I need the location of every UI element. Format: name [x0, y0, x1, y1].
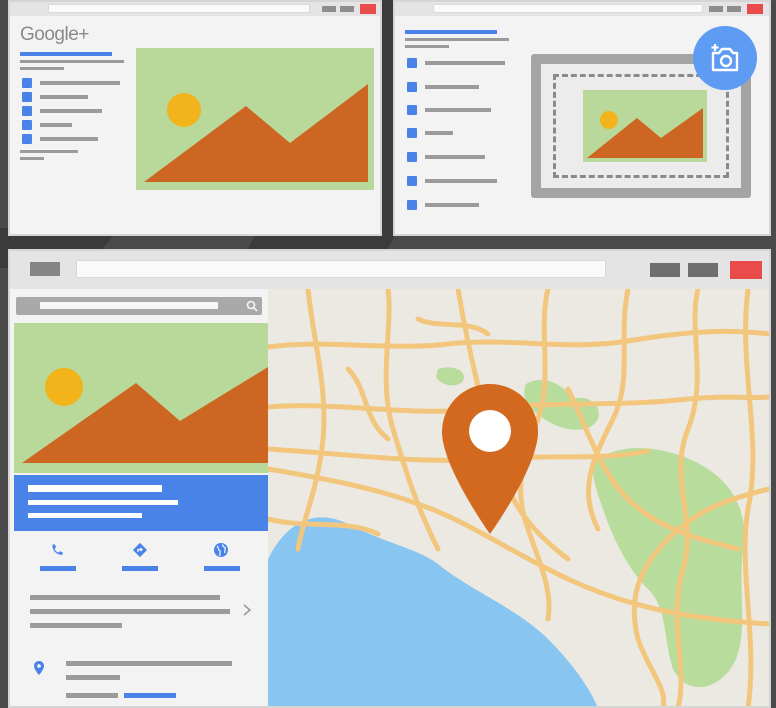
photo-preview — [583, 90, 707, 162]
list-bullet — [22, 134, 32, 144]
sun-icon — [167, 93, 201, 127]
directions-button-bar[interactable] — [122, 566, 158, 571]
sun-icon — [45, 368, 83, 406]
place-name-line — [28, 485, 162, 492]
maps-window — [8, 249, 771, 708]
list-item[interactable] — [425, 203, 479, 207]
list-item[interactable] — [40, 109, 102, 113]
list-item[interactable] — [425, 61, 505, 65]
hours-line — [66, 693, 118, 698]
hours-link-bar[interactable] — [124, 693, 176, 698]
close-button[interactable] — [730, 261, 762, 279]
list-item[interactable] — [40, 137, 98, 141]
address-bar[interactable] — [48, 4, 310, 13]
place-panel — [10, 289, 268, 706]
hours-line — [66, 675, 120, 680]
call-button-bar[interactable] — [40, 566, 76, 571]
list-bullet — [22, 92, 32, 102]
maximize-button[interactable] — [727, 6, 741, 12]
text-line — [20, 150, 78, 153]
list-item[interactable] — [425, 85, 479, 89]
phone-icon[interactable] — [50, 543, 64, 557]
location-pin-icon — [34, 661, 44, 675]
list-item[interactable] — [425, 131, 453, 135]
brand-logo: Google+ — [20, 24, 89, 45]
hours-line — [66, 661, 232, 666]
list-bullet — [22, 106, 32, 116]
address-line — [30, 609, 230, 614]
list-bullet — [407, 128, 417, 138]
list-item[interactable] — [425, 155, 485, 159]
list-item[interactable] — [40, 81, 120, 85]
text-line — [20, 157, 44, 160]
place-subtitle-line — [28, 500, 178, 505]
profile-name-bar — [20, 52, 112, 56]
close-button[interactable] — [747, 4, 763, 14]
place-title-card — [14, 475, 268, 531]
place-subtitle-line — [28, 513, 142, 518]
list-bullet — [407, 152, 417, 162]
photo-upload-window — [393, 0, 771, 236]
directions-icon[interactable] — [132, 542, 148, 558]
list-bullet — [407, 176, 417, 186]
profile-name-bar — [405, 30, 497, 34]
google-plus-window: Google+ — [8, 0, 382, 236]
search-box[interactable] — [16, 297, 262, 315]
photo-placeholder — [136, 48, 374, 190]
add-photo-button[interactable] — [693, 26, 757, 90]
list-bullet — [22, 78, 32, 88]
list-item[interactable] — [425, 179, 497, 183]
map-view[interactable] — [268, 289, 769, 708]
list-bullet — [407, 200, 417, 210]
list-bullet — [407, 58, 417, 68]
list-item[interactable] — [40, 95, 88, 99]
minimize-button[interactable] — [709, 6, 723, 12]
text-line — [405, 38, 509, 41]
list-bullet — [407, 82, 417, 92]
address-bar[interactable] — [433, 4, 703, 13]
maximize-button[interactable] — [340, 6, 354, 12]
search-input[interactable] — [40, 302, 218, 309]
minimize-button[interactable] — [322, 6, 336, 12]
list-item[interactable] — [425, 108, 491, 112]
minimize-button[interactable] — [650, 263, 680, 277]
address-line — [30, 595, 220, 600]
sun-icon — [600, 111, 618, 129]
search-icon[interactable] — [246, 300, 258, 312]
globe-icon[interactable] — [213, 542, 229, 558]
tab-icon — [30, 262, 60, 276]
address-line — [30, 623, 122, 628]
list-bullet — [407, 105, 417, 115]
add-photo-icon — [711, 44, 739, 72]
maximize-button[interactable] — [688, 263, 718, 277]
text-line — [405, 45, 449, 48]
website-button-bar[interactable] — [204, 566, 240, 571]
text-line — [20, 60, 124, 63]
close-button[interactable] — [360, 4, 376, 14]
list-item[interactable] — [40, 123, 72, 127]
list-bullet — [22, 120, 32, 130]
place-photo — [14, 323, 268, 473]
text-line — [20, 67, 64, 70]
address-bar[interactable] — [76, 260, 606, 278]
chevron-right-icon[interactable] — [242, 603, 252, 617]
